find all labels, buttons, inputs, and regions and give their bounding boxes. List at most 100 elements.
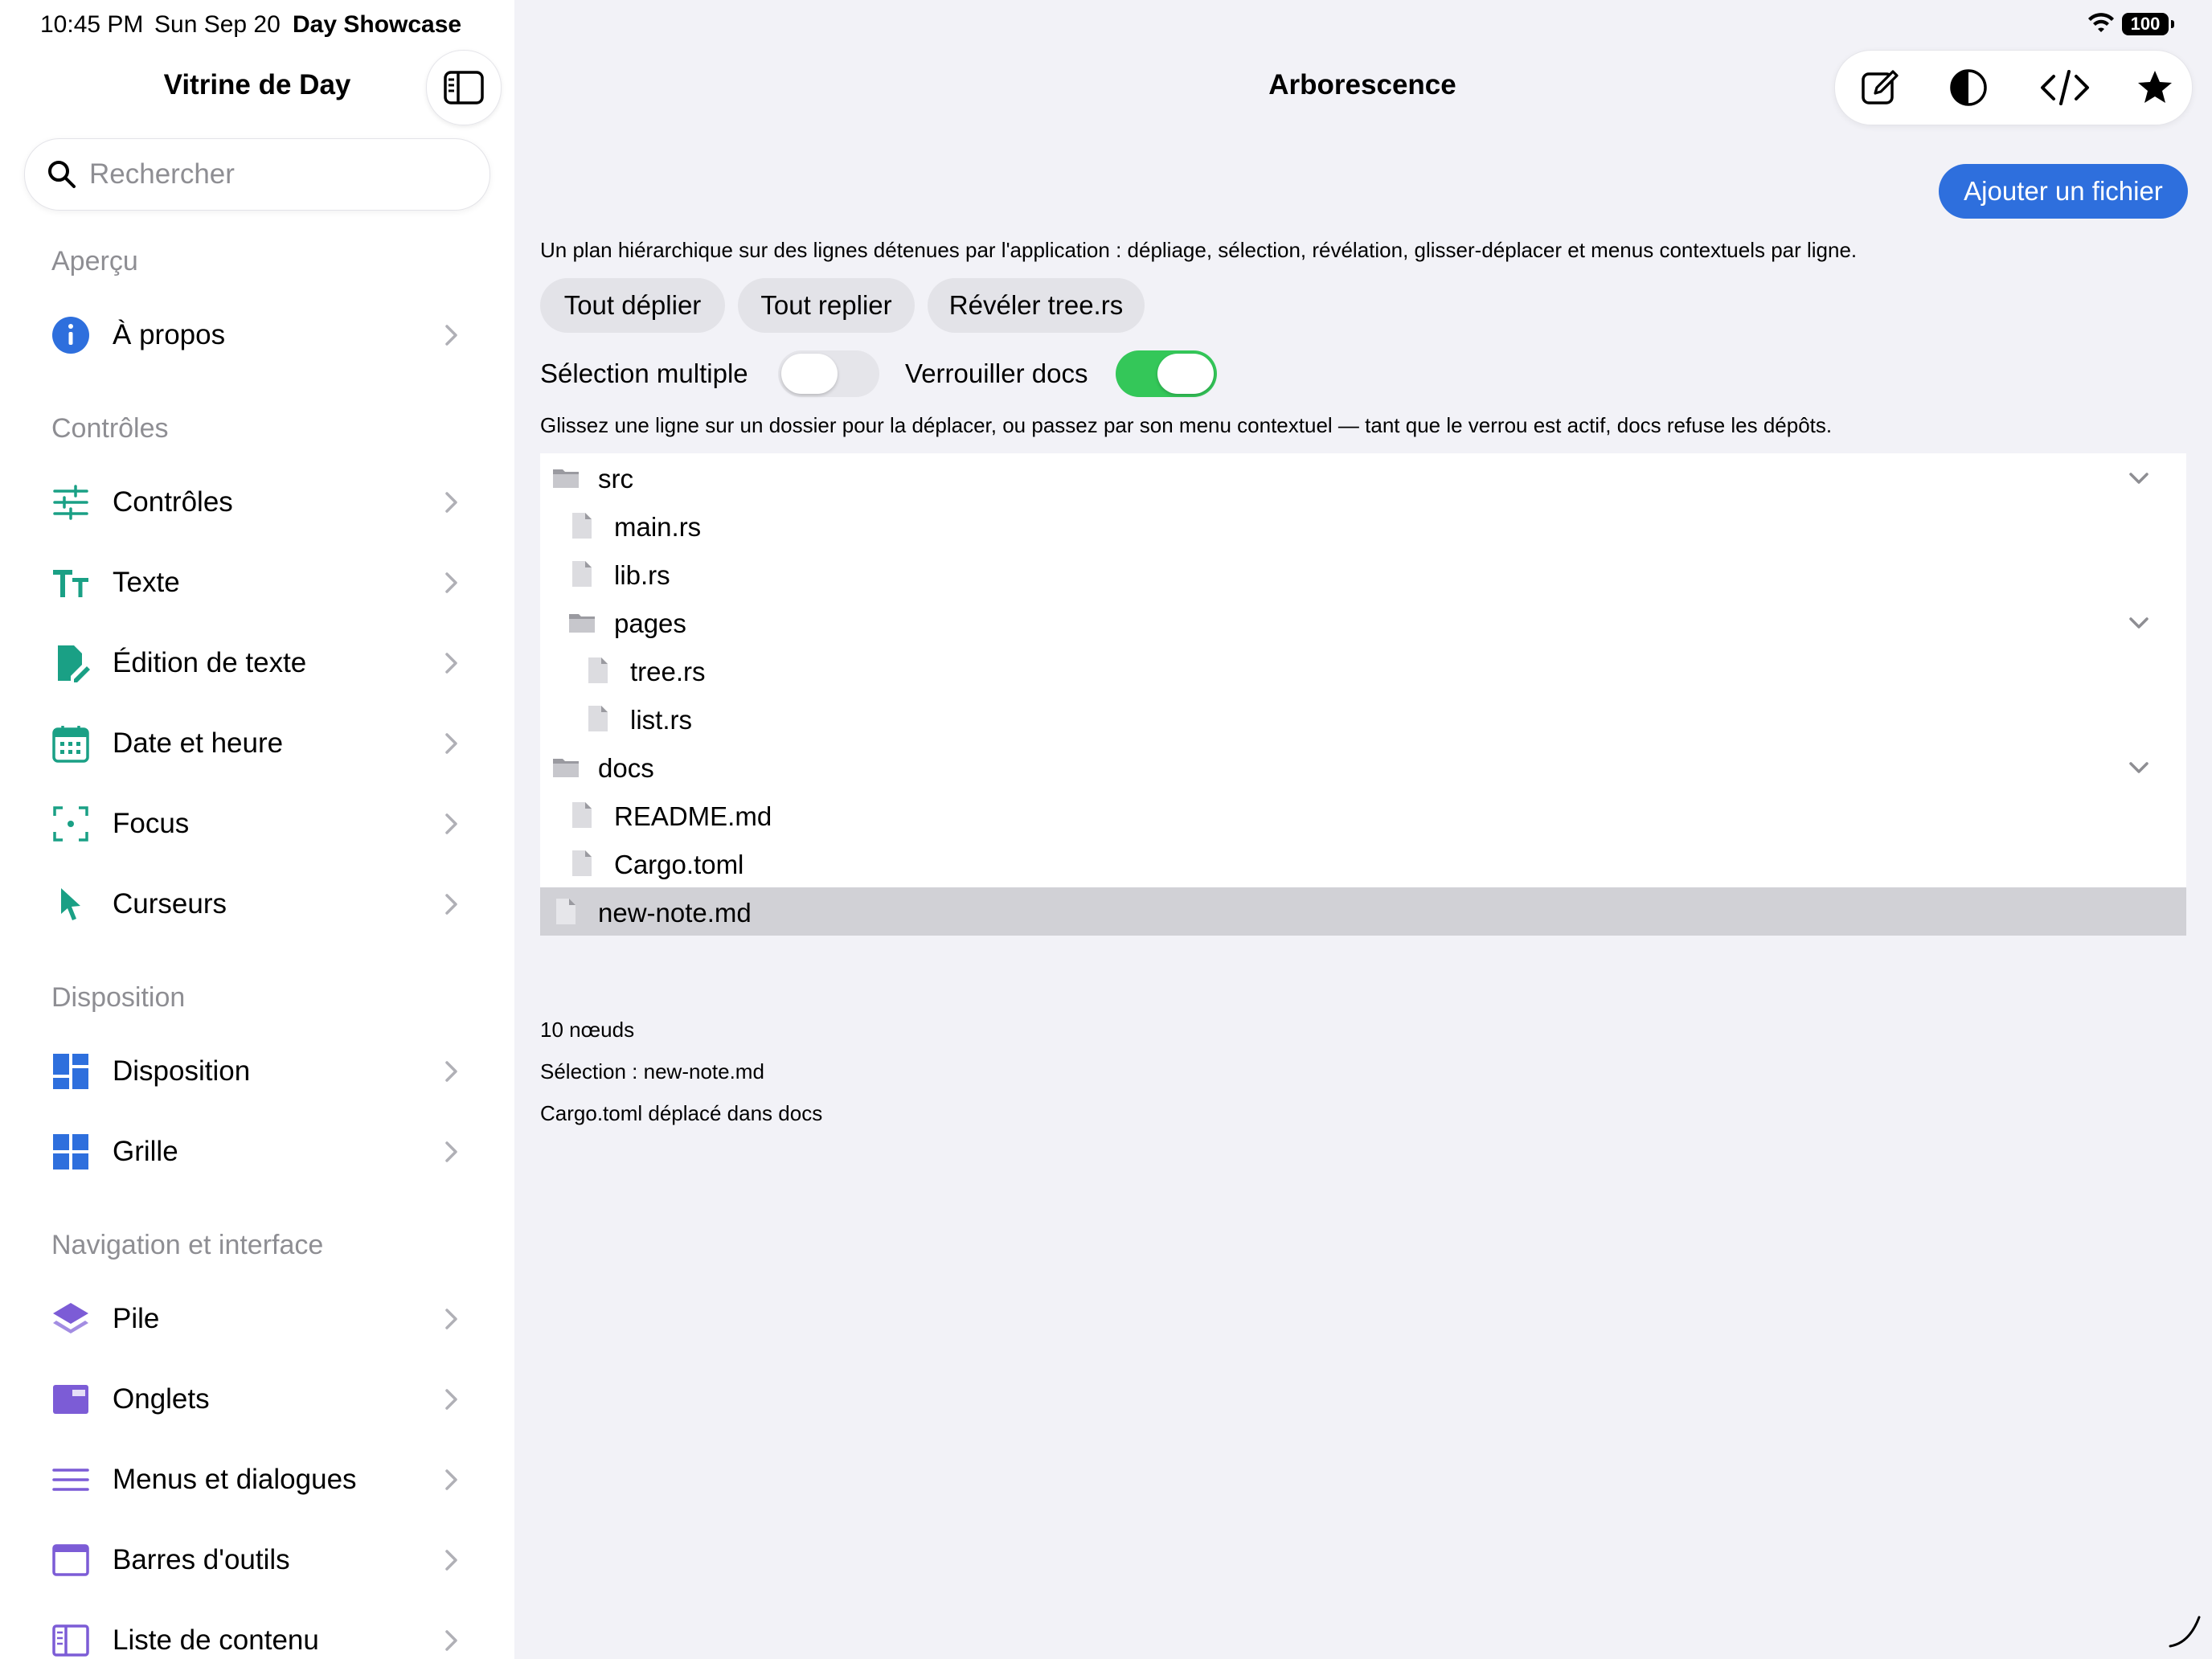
focus-icon <box>53 806 88 842</box>
collapse-all-button[interactable]: Tout replier <box>738 278 915 333</box>
menu-lines-icon <box>52 1469 89 1491</box>
section-header-apercu: Aperçu <box>51 246 138 276</box>
tree-row-label: pages <box>614 608 686 638</box>
sidebar-item-grille[interactable]: Grille <box>24 1116 490 1188</box>
tree-row-file-selected[interactable]: new-note.md <box>540 887 2186 936</box>
compose-icon[interactable] <box>1859 67 1901 109</box>
sidebar-item-curseurs[interactable]: Curseurs <box>24 868 490 940</box>
text-size-icon <box>53 570 88 597</box>
sidebar-item-a-propos[interactable]: À propos <box>24 299 490 371</box>
chevron-right-icon <box>445 325 457 346</box>
tree-row-label: lib.rs <box>614 560 670 590</box>
chevron-down-icon[interactable] <box>2127 466 2151 490</box>
file-icon <box>588 657 608 683</box>
sidebar-item-date-et-heure[interactable]: Date et heure <box>24 707 490 780</box>
section-header-navigation: Navigation et interface <box>51 1230 324 1260</box>
tree-row-label: README.md <box>614 801 772 831</box>
tree-row-file[interactable]: main.rs <box>540 502 2186 550</box>
tree-row-label: src <box>598 464 633 494</box>
sidebar-item-label: Liste de contenu <box>113 1624 319 1656</box>
chevron-down-icon[interactable] <box>2127 611 2151 635</box>
sidebar-item-onglets[interactable]: Onglets <box>24 1363 490 1436</box>
chevron-down-icon[interactable] <box>2127 756 2151 780</box>
section-header-controles: Contrôles <box>51 413 169 444</box>
sidebar-item-focus[interactable]: Focus <box>24 788 490 860</box>
chevron-right-icon <box>445 1309 457 1329</box>
sidebar-icon <box>444 71 484 104</box>
selection-status: Sélection : new-note.md <box>540 1059 764 1083</box>
chevron-right-icon <box>445 1550 457 1571</box>
last-action-status: Cargo.toml déplacé dans docs <box>540 1101 823 1125</box>
sidebar-item-label: À propos <box>113 319 226 350</box>
file-icon <box>588 706 608 731</box>
sidebar-item-label: Disposition <box>113 1055 251 1087</box>
sidebar-item-label: Focus <box>113 808 190 839</box>
folder-icon <box>569 614 595 633</box>
tree-row-label: docs <box>598 753 654 783</box>
section-header-disposition: Disposition <box>51 982 186 1013</box>
info-icon <box>52 317 89 354</box>
tree-row-file[interactable]: tree.rs <box>540 646 2186 694</box>
tree-row-label: new-note.md <box>598 898 752 928</box>
wifi-icon <box>2088 13 2114 32</box>
search-icon <box>48 161 76 188</box>
sidebar-item-liste-de-contenu[interactable]: Liste de contenu <box>24 1604 490 1659</box>
page-title: Arborescence <box>1268 69 1456 100</box>
status-time: 10:45 PM <box>40 11 144 38</box>
tree-row-file[interactable]: Cargo.toml <box>540 839 2186 887</box>
tree-row-folder[interactable]: src <box>540 453 2186 502</box>
sidebar-item-menus-et-dialogues[interactable]: Menus et dialogues <box>24 1444 490 1516</box>
expand-all-button[interactable]: Tout déplier <box>540 278 725 333</box>
tree-row-folder[interactable]: pages <box>540 598 2186 646</box>
battery-level: 100 <box>2130 14 2161 34</box>
tabs-icon <box>53 1385 88 1414</box>
sidebar-item-controles[interactable]: Contrôles <box>24 466 490 539</box>
battery-icon: 100 <box>2122 13 2174 35</box>
status-bar: 10:45 PM Sun Sep 20 Day Showcase 100 <box>0 0 2212 50</box>
sidebar-item-label: Barres d'outils <box>113 1544 290 1575</box>
tree-row-file[interactable]: README.md <box>540 791 2186 839</box>
sidebar-item-label: Pile <box>113 1303 160 1334</box>
sidebar-item-texte[interactable]: Texte <box>24 547 490 619</box>
drag-hint: Glissez une ligne sur un dossier pour la… <box>540 413 1833 437</box>
toolbar <box>1834 50 2193 125</box>
chevron-right-icon <box>445 813 457 834</box>
chevron-right-icon <box>445 653 457 674</box>
toolbar-window-icon <box>52 1544 89 1576</box>
sidebar-item-label: Menus et dialogues <box>113 1464 357 1495</box>
sliders-icon <box>53 485 88 520</box>
tree-row-label: Cargo.toml <box>614 850 744 879</box>
outline-tree: src main.rs lib.rs pages tree.rs list.rs… <box>540 453 2186 936</box>
multi-select-toggle[interactable] <box>778 350 879 397</box>
file-icon <box>572 850 592 876</box>
tree-row-file[interactable]: list.rs <box>540 694 2186 743</box>
sidebar-item-label: Édition de texte <box>113 647 307 678</box>
sidebar-item-edition-de-texte[interactable]: Édition de texte <box>24 627 490 699</box>
code-icon[interactable] <box>2039 67 2091 109</box>
chevron-right-icon <box>445 492 457 513</box>
sidebar-toggle-button[interactable] <box>426 50 502 125</box>
tree-row-label: list.rs <box>630 705 692 735</box>
search-field[interactable]: Rechercher <box>24 138 490 211</box>
tree-row-file[interactable]: lib.rs <box>540 550 2186 598</box>
sidebar-item-disposition[interactable]: Disposition <box>24 1035 490 1108</box>
reveal-tree-rs-button[interactable]: Révéler tree.rs <box>928 278 1145 333</box>
sidebar-item-barres-d-outils[interactable]: Barres d'outils <box>24 1524 490 1596</box>
chevron-right-icon <box>445 1630 457 1651</box>
layout-icon <box>53 1054 88 1089</box>
pointer-icon <box>61 888 80 920</box>
contrast-icon[interactable] <box>1948 67 1989 109</box>
status-app-name: Day Showcase <box>293 11 462 38</box>
file-icon <box>572 561 592 587</box>
star-icon[interactable] <box>2134 67 2176 109</box>
lock-docs-toggle[interactable] <box>1116 350 1217 397</box>
tree-row-folder[interactable]: docs <box>540 743 2186 791</box>
tree-row-label: tree.rs <box>630 657 706 686</box>
add-file-button[interactable]: Ajouter un fichier <box>1939 164 2188 219</box>
document-edit-icon <box>58 645 90 682</box>
file-icon <box>572 513 592 539</box>
status-date: Sun Sep 20 <box>154 11 281 38</box>
sidebar-item-pile[interactable]: Pile <box>24 1283 490 1355</box>
search-placeholder: Rechercher <box>89 158 235 190</box>
folder-icon <box>553 759 579 777</box>
